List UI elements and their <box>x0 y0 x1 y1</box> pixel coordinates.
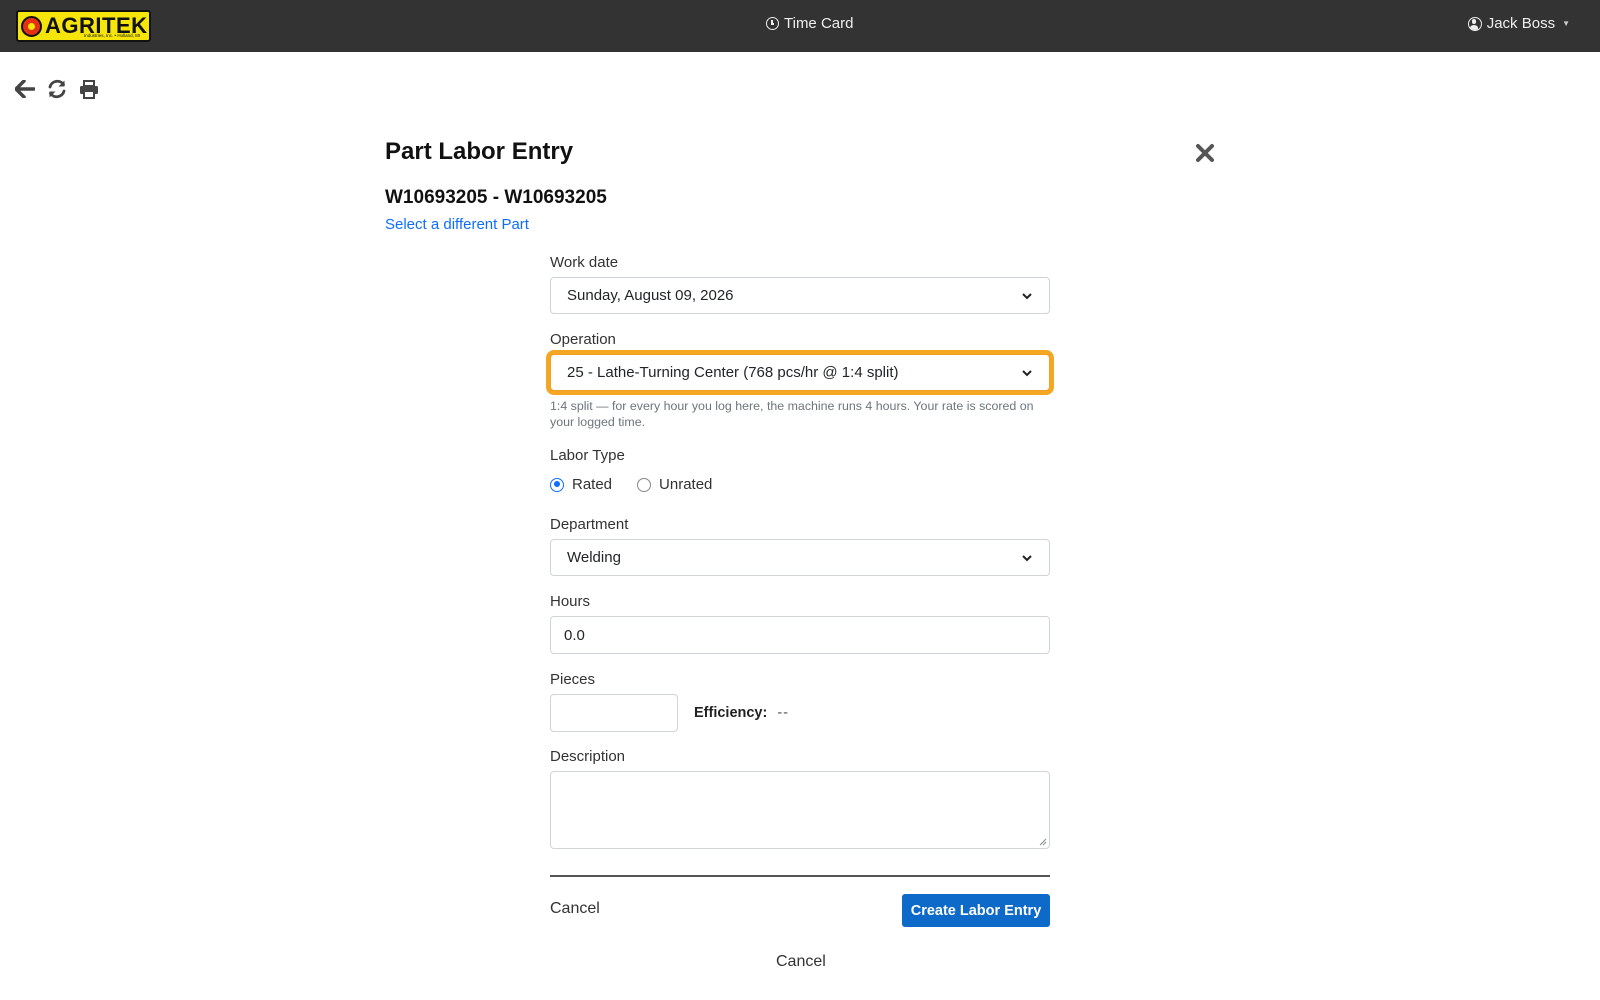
resize-grip-icon[interactable] <box>1039 838 1047 846</box>
labor-type-radio-group: Rated Unrated <box>550 476 737 493</box>
hours-input[interactable]: 0.0 <box>550 616 1050 654</box>
description-textarea[interactable] <box>550 771 1050 849</box>
form-cancel-button[interactable]: Cancel <box>550 900 600 918</box>
operation-label: Operation <box>550 331 616 348</box>
department-label: Department <box>550 516 629 533</box>
part-number-title: W10693205 - W10693205 <box>385 187 607 208</box>
efficiency-label: Efficiency: <box>694 705 768 721</box>
page-title-time-card[interactable]: Time Card <box>766 15 853 32</box>
select-different-part-link[interactable]: Select a different Part <box>385 216 529 233</box>
close-icon[interactable] <box>1195 143 1215 163</box>
description-label: Description <box>550 748 626 765</box>
refresh-icon[interactable] <box>46 78 68 100</box>
chevron-down-icon <box>1022 292 1032 299</box>
labor-type-label: Labor Type <box>550 447 625 464</box>
radio-unrated[interactable] <box>637 477 652 492</box>
work-date-value: Sunday, August 09, 2026 <box>567 287 734 304</box>
user-menu[interactable]: Jack Boss ▼ <box>1467 15 1570 32</box>
top-navbar: AGRITEK Industries, Inc. • Holland, MI T… <box>0 0 1600 52</box>
radio-rated[interactable] <box>550 477 564 492</box>
create-labor-entry-button[interactable]: Create Labor Entry <box>902 894 1050 927</box>
agritek-logo[interactable]: AGRITEK Industries, Inc. • Holland, MI <box>16 10 151 42</box>
panel-title: Part Labor Entry <box>385 138 574 165</box>
hours-label: Hours <box>550 593 591 610</box>
chevron-down-icon <box>1022 554 1032 561</box>
page-toolbar <box>14 78 100 100</box>
radio-unrated-label[interactable]: Unrated <box>659 476 712 493</box>
logo-mark-icon <box>21 16 42 37</box>
operation-help-text: 1:4 split — for every hour you log here,… <box>550 399 1034 429</box>
chevron-down-icon <box>1022 369 1032 376</box>
department-select[interactable]: Welding <box>550 539 1050 576</box>
logo-subtext: Industries, Inc. • Holland, MI <box>84 33 141 38</box>
back-arrow-icon[interactable] <box>14 78 36 100</box>
topbar-title-label: Time Card <box>784 15 854 32</box>
caret-down-icon: ▼ <box>1562 19 1570 28</box>
efficiency-readout: Efficiency: -- <box>694 705 789 721</box>
work-date-select[interactable]: Sunday, August 09, 2026 <box>550 277 1050 314</box>
work-date-label: Work date <box>550 254 619 271</box>
user-name: Jack Boss <box>1486 15 1556 32</box>
operation-select[interactable]: 25 - Lathe-Turning Center (768 pcs/hr @ … <box>550 354 1050 391</box>
department-value: Welding <box>567 549 621 566</box>
efficiency-value: -- <box>777 705 790 721</box>
print-icon[interactable] <box>78 78 100 100</box>
form-divider <box>550 875 1050 877</box>
pieces-label: Pieces <box>550 671 596 688</box>
operation-value: 25 - Lathe-Turning Center (768 pcs/hr @ … <box>567 364 899 381</box>
clock-icon <box>766 17 779 30</box>
pieces-input[interactable] <box>550 694 678 732</box>
user-circle-icon <box>1467 16 1482 31</box>
radio-rated-label[interactable]: Rated <box>572 476 612 493</box>
bottom-cancel-button[interactable]: Cancel <box>776 953 826 971</box>
